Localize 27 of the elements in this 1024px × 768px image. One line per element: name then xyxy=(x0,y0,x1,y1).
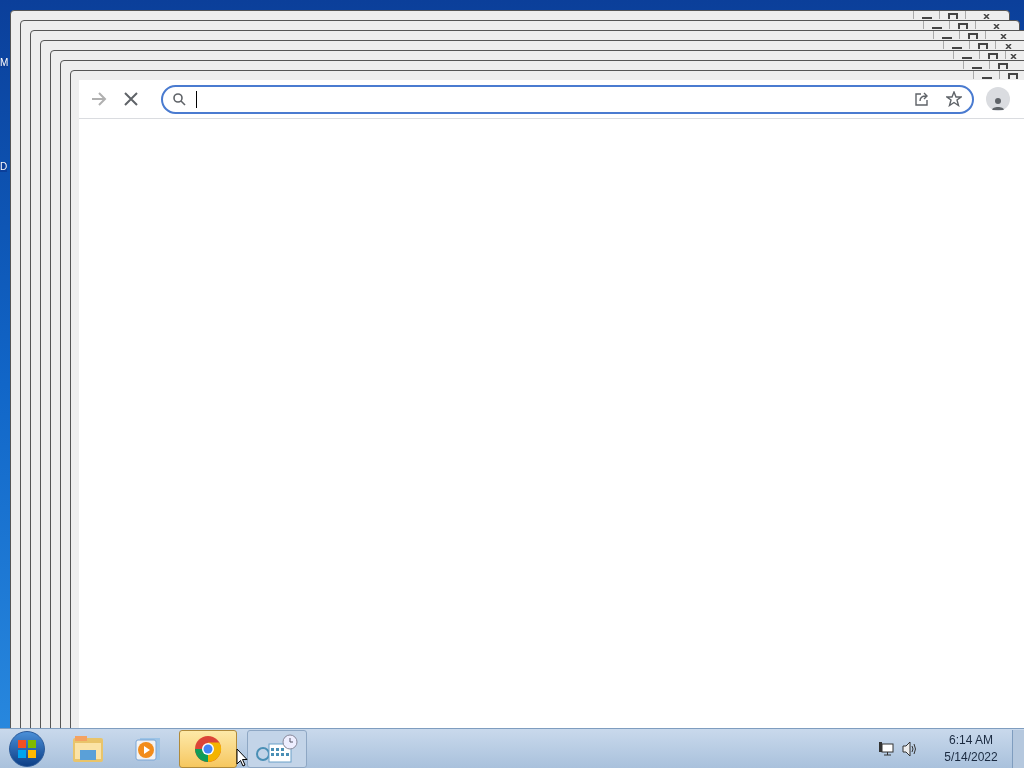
share-icon[interactable] xyxy=(914,91,930,107)
clock-time: 6:14 AM xyxy=(949,731,993,749)
close-icon xyxy=(982,14,993,19)
desktop-icon-label[interactable]: D xyxy=(0,162,8,172)
close-icon xyxy=(1004,44,1015,49)
network-icon[interactable] xyxy=(878,740,894,757)
close-icon xyxy=(992,24,1003,29)
taskbar-button[interactable] xyxy=(247,729,307,768)
windows-logo-icon xyxy=(17,738,37,759)
mouse-cursor-icon xyxy=(236,748,248,767)
search-icon xyxy=(173,92,186,106)
address-field[interactable] xyxy=(161,84,974,114)
start-button[interactable] xyxy=(9,730,45,767)
profile-avatar[interactable] xyxy=(986,87,1010,111)
desktop-icon-label[interactable]: M xyxy=(0,58,9,68)
folder-icon xyxy=(72,734,104,763)
clock-date: 5/14/2022 xyxy=(944,748,998,766)
close-icon xyxy=(1009,54,1020,59)
close-icon xyxy=(999,34,1010,39)
volume-icon[interactable] xyxy=(902,740,918,757)
bookmark-star-icon[interactable] xyxy=(946,91,962,107)
calendar-clock-icon xyxy=(255,733,299,764)
chrome-icon xyxy=(194,734,222,763)
taskbar-button[interactable] xyxy=(179,729,237,768)
clock[interactable]: 6:14 AM 5/14/2022 xyxy=(936,731,1006,766)
text-cursor xyxy=(196,90,197,108)
person-icon xyxy=(991,97,1005,111)
